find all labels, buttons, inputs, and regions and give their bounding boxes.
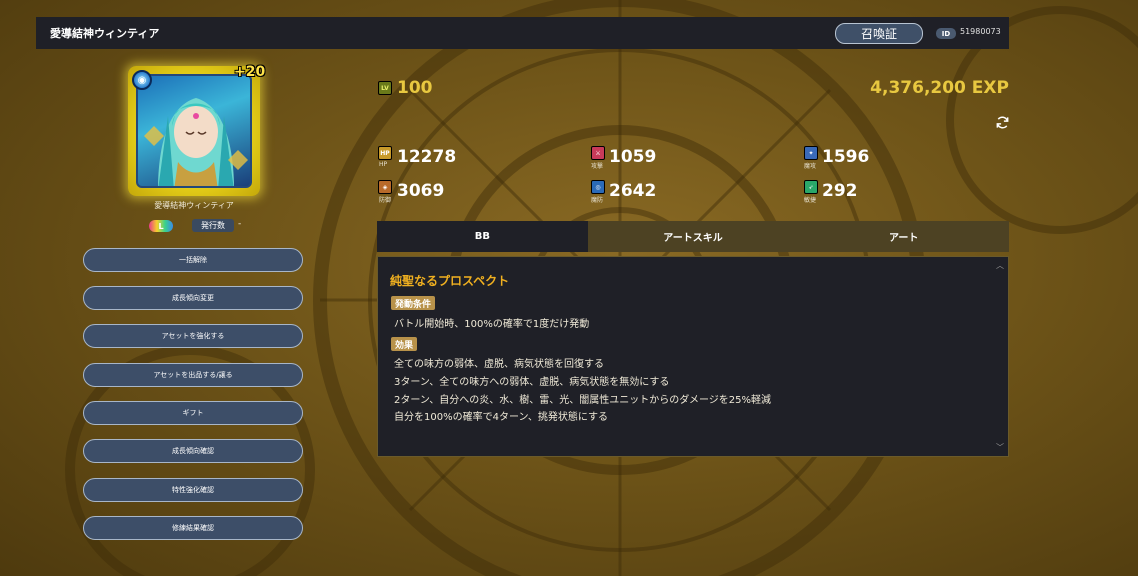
condition-tag: 発動条件 <box>391 296 436 310</box>
effect-line: 全ての味方の弱体、虚脱、病気状態を回復する <box>394 359 604 370</box>
effect-tag: 効果 <box>391 337 418 351</box>
condition-text: バトル開始時、100%の確率で1度だけ発動 <box>394 319 590 330</box>
magic-attack-label: 魔攻 <box>804 163 817 170</box>
water-element-icon: ◉ <box>132 70 152 90</box>
attack-value: 1059 <box>609 147 657 167</box>
summon-certificate-button[interactable]: 召喚証 <box>835 23 923 44</box>
plus-level-badge: +20 <box>234 64 266 80</box>
issued-count-label: 発行数 <box>192 219 234 232</box>
id-badge: ID <box>936 28 956 39</box>
magic-attack-value: 1596 <box>822 147 870 167</box>
tab-art-skill[interactable]: アートスキル <box>587 221 799 252</box>
bulk-release-button[interactable]: 一括解除 <box>83 248 303 272</box>
hp-label: HP <box>379 161 388 168</box>
agility-label: 敏捷 <box>804 197 817 204</box>
list-transfer-asset-button[interactable]: アセットを出品する/譲る <box>83 363 303 387</box>
level-icon: LV <box>378 81 392 95</box>
magic-defense-icon: ◎ <box>591 180 605 194</box>
issued-count-value: - <box>238 219 242 229</box>
defense-value: 3069 <box>397 181 445 201</box>
unit-card[interactable]: ◉ +20 <box>128 64 265 196</box>
check-trait-button[interactable]: 特性強化確認 <box>83 478 303 502</box>
magic-defense-label: 魔防 <box>591 197 604 204</box>
effect-line: 2ターン、自分への炎、水、樹、雷、光、闇属性ユニットからのダメージを25%軽減 <box>394 395 771 406</box>
scroll-up-icon[interactable]: ︿ <box>995 261 1005 271</box>
hp-icon: HP <box>378 146 392 160</box>
effect-line: 自分を100%の確率で4ターン、挑発状態にする <box>394 412 608 423</box>
tab-art[interactable]: アート <box>798 221 1010 252</box>
attack-label: 攻撃 <box>591 163 604 170</box>
character-portrait-icon <box>144 98 248 186</box>
header-bar: 愛導結神ウィンティア 召喚証 ID 51980073 <box>36 17 1009 49</box>
change-growth-button[interactable]: 成長傾向変更 <box>83 286 303 310</box>
magic-attack-icon: ✦ <box>804 146 818 160</box>
hp-value: 12278 <box>397 147 457 167</box>
page-title: 愛導結神ウィンティア <box>50 27 160 40</box>
magic-defense-value: 2642 <box>609 181 657 201</box>
skill-tabs: BB アートスキル アート <box>377 221 1010 252</box>
defense-label: 防御 <box>379 197 392 204</box>
defense-icon: ◈ <box>378 180 392 194</box>
unit-portrait <box>136 74 252 188</box>
rarity-badge: L <box>149 220 173 232</box>
gift-button[interactable]: ギフト <box>83 401 303 425</box>
unit-name: 愛導結神ウィンティア <box>154 201 234 210</box>
refresh-icon[interactable] <box>995 115 1010 130</box>
level-value: 100 <box>397 78 433 98</box>
scroll-down-icon[interactable]: ﹀ <box>995 443 1005 453</box>
id-value: 51980073 <box>960 27 1001 36</box>
check-growth-button[interactable]: 成長傾向確認 <box>83 439 303 463</box>
agility-icon: ➶ <box>804 180 818 194</box>
agility-value: 292 <box>822 181 858 201</box>
skill-panel: 純聖なるプロスペクト 発動条件 バトル開始時、100%の確率で1度だけ発動 効果… <box>377 256 1009 457</box>
skill-name: 純聖なるプロスペクト <box>390 274 510 288</box>
enhance-asset-button[interactable]: アセットを強化する <box>83 324 303 348</box>
check-training-button[interactable]: 修練結果確認 <box>83 516 303 540</box>
effect-line: 3ターン、全ての味方への弱体、虚脱、病気状態を無効にする <box>394 377 670 388</box>
attack-icon: ⚔ <box>591 146 605 160</box>
tab-bb[interactable]: BB <box>377 221 588 252</box>
exp-value: 4,376,200 EXP <box>870 78 1009 98</box>
